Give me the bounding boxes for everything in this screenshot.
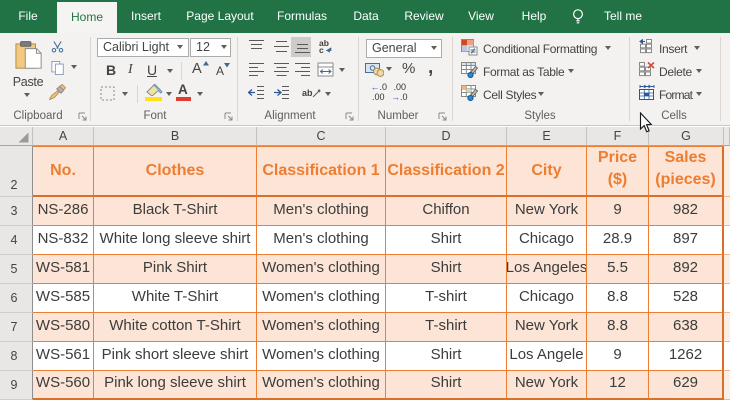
svg-text:c: c bbox=[319, 45, 324, 54]
svg-text:ab: ab bbox=[302, 88, 313, 98]
